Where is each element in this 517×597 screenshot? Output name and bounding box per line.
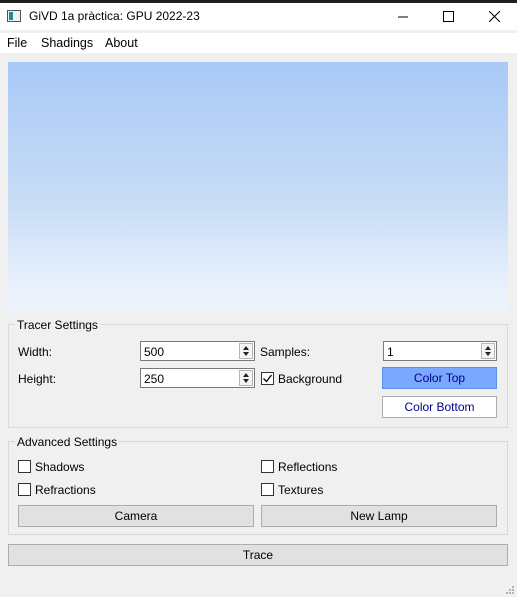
samples-label: Samples: <box>260 345 311 359</box>
camera-button[interactable]: Camera <box>18 505 254 527</box>
width-value: 500 <box>144 345 165 359</box>
close-button[interactable] <box>471 3 517 30</box>
menu-file[interactable]: File <box>7 36 27 50</box>
width-spinbox[interactable]: 500 <box>140 341 255 361</box>
maximize-button[interactable] <box>425 3 471 30</box>
spin-down-icon[interactable] <box>243 352 249 356</box>
spin-up-icon[interactable] <box>243 373 249 377</box>
height-spinbox[interactable]: 250 <box>140 368 255 388</box>
resize-grip-icon[interactable] <box>505 585 515 595</box>
background-checkbox[interactable] <box>261 372 274 385</box>
menu-shadings[interactable]: Shadings <box>41 36 93 50</box>
spin-up-icon[interactable] <box>485 346 491 350</box>
minimize-icon <box>397 16 408 18</box>
spin-down-icon[interactable] <box>485 352 491 356</box>
height-spin-arrows[interactable] <box>239 370 253 386</box>
menu-bar: File Shadings About <box>0 33 517 53</box>
checkmark-icon <box>263 374 273 383</box>
maximize-icon <box>442 11 454 22</box>
color-bottom-button[interactable]: Color Bottom <box>382 396 497 418</box>
trace-button[interactable]: Trace <box>8 544 508 566</box>
new-lamp-button[interactable]: New Lamp <box>261 505 497 527</box>
width-spin-arrows[interactable] <box>239 343 253 359</box>
window-title: GiVD 1a pràctica: GPU 2022-23 <box>29 9 200 23</box>
shadows-label: Shadows <box>35 460 85 474</box>
height-value: 250 <box>144 372 165 386</box>
close-icon <box>488 11 500 22</box>
width-label: Width: <box>18 345 53 359</box>
reflections-checkbox[interactable] <box>261 460 274 473</box>
textures-checkbox[interactable] <box>261 483 274 496</box>
app-icon <box>7 10 21 22</box>
samples-spin-arrows[interactable] <box>481 343 495 359</box>
color-top-button[interactable]: Color Top <box>382 367 497 389</box>
menu-about[interactable]: About <box>105 36 138 50</box>
samples-value: 1 <box>387 345 394 359</box>
minimize-button[interactable] <box>380 3 426 30</box>
tracer-settings-title: Tracer Settings <box>15 318 100 332</box>
render-preview <box>8 62 508 312</box>
reflections-label: Reflections <box>278 460 338 474</box>
advanced-settings-title: Advanced Settings <box>15 435 120 449</box>
refractions-checkbox[interactable] <box>18 483 31 496</box>
samples-spinbox[interactable]: 1 <box>383 341 497 361</box>
height-label: Height: <box>18 372 57 386</box>
background-label: Background <box>278 372 343 386</box>
textures-label: Textures <box>278 483 324 497</box>
shadows-checkbox[interactable] <box>18 460 31 473</box>
spin-up-icon[interactable] <box>243 346 249 350</box>
title-bar: GiVD 1a pràctica: GPU 2022-23 <box>0 3 517 30</box>
refractions-label: Refractions <box>35 483 96 497</box>
spin-down-icon[interactable] <box>243 379 249 383</box>
